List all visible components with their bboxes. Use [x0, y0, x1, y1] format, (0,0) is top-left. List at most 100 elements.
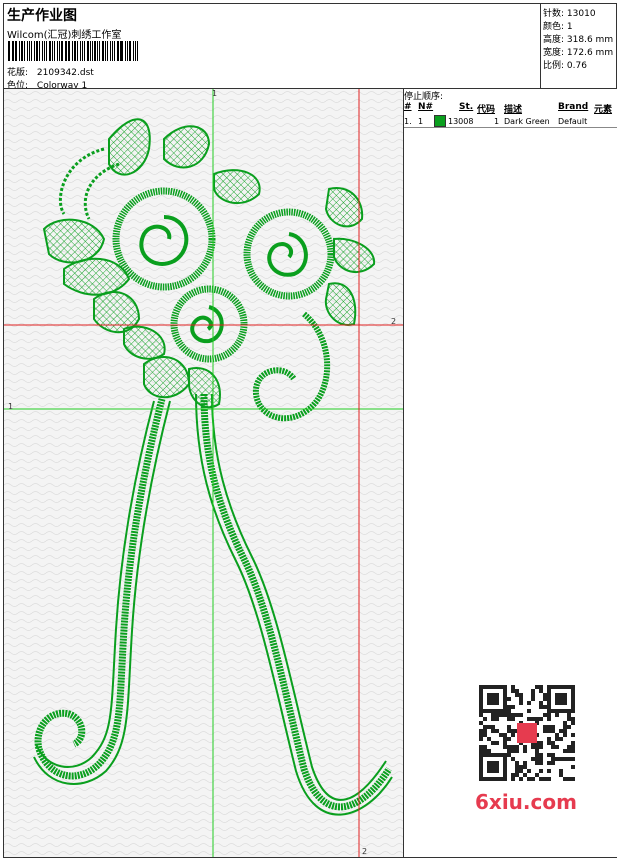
company-name: Wilcom(汇冠)刺绣工作室 [7, 30, 122, 41]
scale-value: 0.76 [566, 61, 587, 71]
barcode-bar [15, 41, 17, 61]
barcode-bar [101, 41, 105, 61]
col-description: 描述 [504, 105, 523, 115]
stop-sequence-title: 停止顺序: [404, 92, 444, 102]
barcode-bar [28, 41, 31, 61]
barcode-bar [77, 41, 78, 61]
barcode-bar [124, 41, 126, 61]
barcode-bar [45, 41, 47, 61]
barcode-bar [53, 41, 56, 61]
watermark-text: 6xiu.com [475, 790, 577, 814]
header-left: 生产作业图 Wilcom(汇冠)刺绣工作室 花版: 2109342.dst 色位… [4, 4, 539, 91]
barcode-bar [81, 41, 84, 61]
width-label: 宽度: [543, 48, 565, 58]
barcode-bar [89, 41, 91, 61]
stat-stitches: 针数: 13010 [543, 6, 596, 19]
col-needle: N# [418, 102, 434, 112]
barcode-bar [57, 41, 59, 61]
guide-red-right-label: 2 [391, 317, 397, 326]
col-stitches: St. [459, 102, 474, 112]
row-needle: 1 [418, 117, 424, 126]
height-label: 高度: [543, 35, 565, 45]
guide-red-bottom-label: 2 [362, 847, 368, 856]
barcode-bar [116, 41, 119, 61]
barcode-bar [8, 41, 10, 61]
barcode-bar [43, 41, 45, 61]
stat-height: 高度: 318.6 mm [543, 32, 613, 45]
barcode-bar [48, 41, 52, 61]
color-swatch [434, 115, 446, 127]
page-title: 生产作业图 [7, 8, 77, 24]
stitches-label: 针数: [543, 9, 565, 19]
barcode-bar [59, 41, 61, 61]
stitches-value: 13010 [566, 9, 596, 19]
col-index: # [404, 102, 412, 112]
barcode-bar [68, 41, 70, 61]
panel-separator [404, 127, 617, 128]
col-brand: Brand [558, 102, 589, 112]
barcode-bar [98, 41, 100, 61]
row-description: Dark Green [504, 117, 550, 126]
barcode-bar [87, 41, 89, 61]
design-label: 花版: [7, 68, 29, 78]
stat-scale: 比例: 0.76 [543, 58, 587, 71]
barcode [8, 41, 140, 61]
barcode-bar [94, 41, 97, 61]
barcode-bar [24, 41, 25, 61]
barcode-bar [73, 41, 77, 61]
design-canvas: 1 1 2 2 [4, 89, 404, 857]
stat-colors: 颜色: 1 [543, 19, 573, 32]
barcode-bar [112, 41, 114, 61]
barcode-bar [121, 41, 123, 61]
design-row: 花版: 2109342.dst [7, 65, 94, 78]
barcode-bar [35, 41, 38, 61]
barcode-bar [133, 41, 134, 61]
barcode-bar [105, 41, 106, 61]
height-value: 318.6 mm [566, 35, 614, 45]
row-brand: Default [558, 117, 588, 126]
barcode-bar [11, 41, 13, 61]
barcode-bar [126, 41, 128, 61]
colors-value: 1 [566, 22, 573, 32]
barcode-bar [97, 41, 98, 61]
barcode-bar [20, 41, 24, 61]
width-value: 172.6 mm [566, 48, 614, 58]
barcode-bar [79, 41, 81, 61]
barcode-bar [71, 41, 73, 61]
barcode-bar [134, 41, 136, 61]
stat-width: 宽度: 172.6 mm [543, 45, 613, 58]
barcode-bar [42, 41, 43, 61]
barcode-bar [38, 41, 41, 61]
barcode-bar [34, 41, 35, 61]
scale-label: 比例: [543, 61, 565, 71]
guide-green-top-label: 1 [212, 89, 218, 98]
col-code: 代码 [477, 105, 496, 115]
barcode-bar [106, 41, 108, 61]
barcode-bar [18, 41, 20, 61]
barcode-bar [31, 41, 33, 61]
barcode-bar [119, 41, 121, 61]
barcode-bar [64, 41, 66, 61]
watermark: 6xiu.com [471, 682, 583, 818]
barcode-bar [61, 41, 63, 61]
barcode-bar [66, 41, 68, 61]
row-stitches: 13008 [448, 117, 474, 126]
row-index: 1. [404, 117, 412, 126]
barcode-bar [109, 41, 112, 61]
guide-green-left-label: 1 [8, 402, 14, 411]
qr-code-icon [479, 685, 575, 781]
barcode-bar [26, 41, 28, 61]
barcode-bar [13, 41, 15, 61]
colors-label: 颜色: [543, 22, 565, 32]
barcode-bar [114, 41, 115, 61]
barcode-bar [91, 41, 93, 61]
embroidery-preview [4, 89, 403, 857]
barcode-bar [128, 41, 132, 61]
col-element: 元素 [594, 105, 613, 115]
barcode-bar [84, 41, 86, 61]
design-file: 2109342.dst [36, 68, 94, 78]
stats-box: 针数: 13010 颜色: 1 高度: 318.6 mm 宽度: 172.6 m… [540, 4, 618, 88]
barcode-bar [136, 41, 139, 61]
barcode-bar [52, 41, 53, 61]
row-code: 1 [494, 117, 500, 126]
